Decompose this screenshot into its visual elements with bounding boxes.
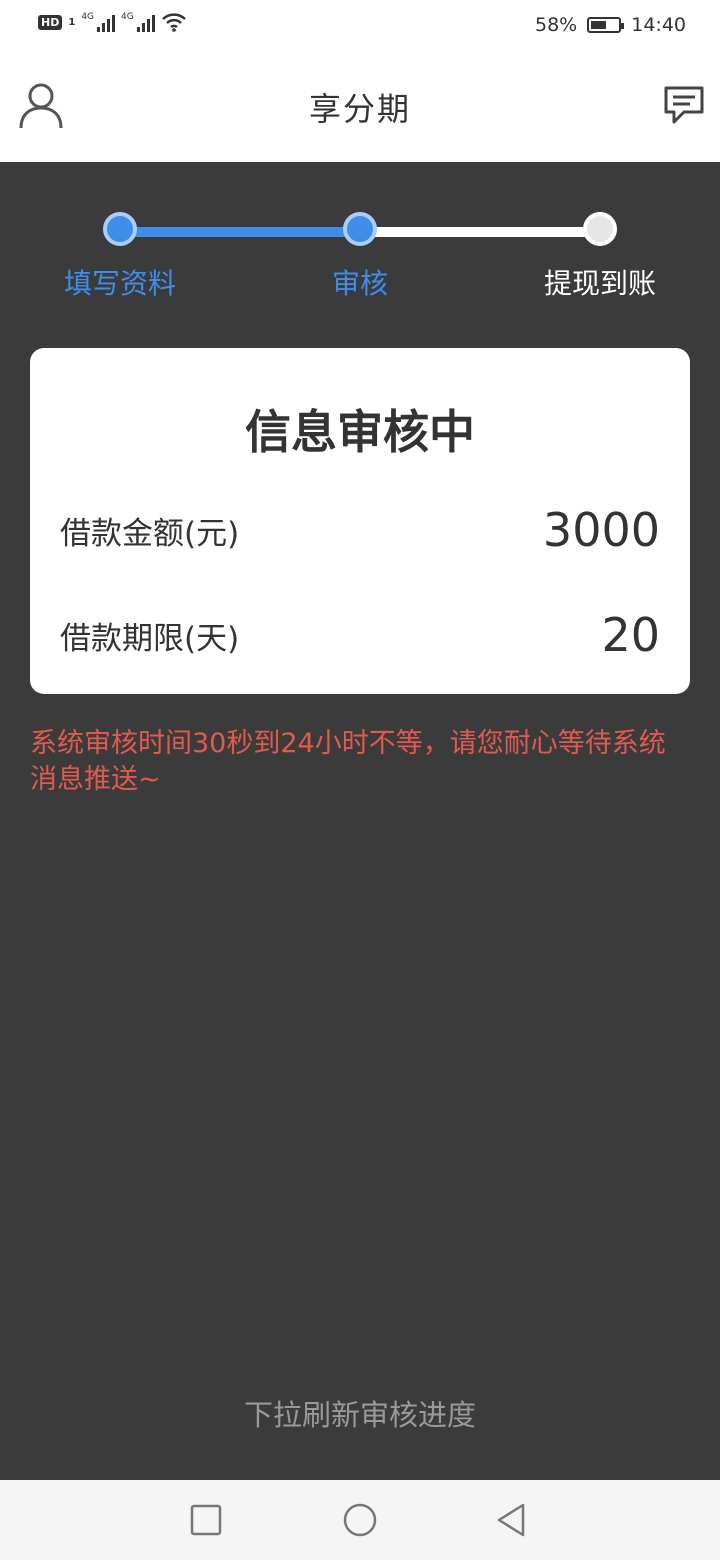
step-line-complete xyxy=(120,227,360,237)
step-dot-1 xyxy=(103,212,137,246)
system-nav-bar xyxy=(0,1480,720,1560)
signal-icon-2: 4G xyxy=(121,12,155,32)
loan-amount-row: 借款金额(元) 3000 xyxy=(60,503,660,557)
status-indicators: HD 1 4G 4G xyxy=(38,12,187,32)
back-icon[interactable] xyxy=(492,1500,532,1540)
clock: 14:40 xyxy=(631,14,686,36)
status-bar: HD 1 4G 4G 58% 14:40 xyxy=(0,0,720,52)
wifi-icon xyxy=(161,13,186,32)
step-line-pending xyxy=(360,227,600,237)
sim-slot-label: 1 xyxy=(68,16,76,28)
progress-steps: 填写资料 审核 提现到账 xyxy=(0,162,720,322)
hd-badge: HD xyxy=(38,14,63,30)
loan-term-row: 借款期限(天) 20 xyxy=(60,608,660,662)
home-icon[interactable] xyxy=(340,1500,380,1540)
pull-refresh-hint: 下拉刷新审核进度 xyxy=(243,1398,476,1432)
network-type-label-2: 4G xyxy=(121,12,134,22)
step-label-fill-info: 填写资料 xyxy=(63,267,176,300)
app-header: 享分期 xyxy=(0,52,720,162)
battery-percent: 58% xyxy=(535,14,578,36)
card-title: 信息审核中 xyxy=(245,405,475,459)
signal-icon: 4G xyxy=(81,12,116,32)
step-dot-3 xyxy=(583,212,617,246)
review-card: 信息审核中 借款金额(元) 3000 借款期限(天) 20 xyxy=(30,348,690,694)
step-label-review: 审核 xyxy=(331,267,388,300)
page-title: 享分期 xyxy=(308,90,411,128)
step-label-withdraw: 提现到账 xyxy=(543,267,656,300)
loan-term-label: 借款期限(天) xyxy=(60,620,240,657)
loan-term-value: 20 xyxy=(601,608,660,662)
loan-amount-value: 3000 xyxy=(542,503,660,557)
review-notice: 系统审核时间30秒到24小时不等，请您耐心等待系统消息推送~ xyxy=(30,728,666,795)
battery-icon xyxy=(587,17,625,33)
network-type-label: 4G xyxy=(81,12,95,22)
loan-amount-label: 借款金额(元) xyxy=(60,515,240,552)
step-dot-2 xyxy=(343,212,377,246)
battery-fill xyxy=(591,21,607,29)
status-right: 58% 14:40 xyxy=(535,14,686,36)
message-icon[interactable] xyxy=(662,84,706,126)
recent-apps-icon[interactable] xyxy=(186,1500,226,1540)
